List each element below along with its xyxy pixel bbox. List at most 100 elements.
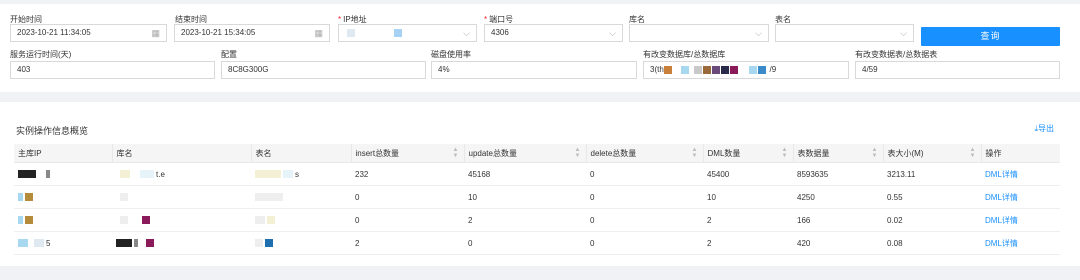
changed-dbs-prefix: 3(th — [650, 65, 664, 74]
table-row: 0 2 0 2 166 0.02 DML详情 — [14, 208, 1060, 232]
sort-icon[interactable]: ▲ ▼ — [453, 147, 459, 159]
redacted-value — [267, 216, 275, 225]
cell-dml: 10 — [703, 185, 793, 209]
cell-db — [112, 185, 251, 209]
col-label: 表名 — [255, 148, 272, 158]
filter-panel: 开始时间 结束时间 * IP地址 * 端口号 库名 表名 2023-10-21 11… — [0, 4, 1080, 92]
cell-update: 10 — [464, 185, 586, 209]
cell-insert: 232 — [351, 162, 464, 186]
col-label: 主库IP — [18, 148, 42, 158]
redacted-value — [283, 170, 293, 179]
cell-db — [112, 208, 251, 232]
col-header-action: 操作 — [981, 144, 1060, 163]
col-header-update[interactable]: update总数量 ▲ ▼ — [464, 144, 587, 163]
required-mark: * — [484, 15, 488, 24]
cell-dml: 2 — [703, 208, 793, 232]
redacted-value — [120, 170, 130, 179]
table-row: t.e s 232 45168 0 45400 8593635 3213.11 … — [14, 162, 1060, 186]
end-time-value: 2023-10-21 15:34:05 — [181, 28, 256, 37]
cell-dml: 2 — [703, 231, 793, 255]
col-header-rows[interactable]: 表数据量 ▲ ▼ — [793, 144, 884, 163]
port-select[interactable]: 4306 ⌵ — [484, 24, 623, 42]
chevron-down-icon: ⌵ — [463, 28, 470, 38]
redacted-value — [255, 239, 263, 248]
cell-table: s — [251, 162, 351, 186]
col-label: 表数据量 — [797, 148, 830, 158]
redacted-value — [25, 216, 33, 225]
redacted-value — [721, 65, 730, 74]
cell-table — [251, 185, 351, 209]
sort-icon[interactable]: ▲ ▼ — [575, 147, 581, 159]
query-button[interactable]: 查询 — [921, 27, 1060, 46]
uptime-field: 403 — [10, 61, 215, 79]
dml-detail-link[interactable]: DML详情 — [981, 162, 1060, 186]
col-label: insert总数量 — [355, 148, 400, 158]
col-label: 库名 — [116, 148, 133, 158]
cell-table — [251, 231, 351, 255]
cell-delete: 0 — [586, 162, 703, 186]
col-header-dml[interactable]: DML数量 ▲ ▼ — [703, 144, 794, 163]
dml-detail-link[interactable]: DML详情 — [981, 231, 1060, 255]
redacted-value — [255, 216, 265, 225]
redacted-value — [394, 28, 402, 37]
col-label: update总数量 — [468, 148, 517, 158]
redacted-value — [681, 65, 690, 74]
start-time-input[interactable]: 2023-10-21 11:34:05 ▦ — [10, 24, 167, 42]
sort-icon[interactable]: ▲ ▼ — [782, 147, 788, 159]
cell-size: 0.02 — [883, 208, 981, 232]
table-select[interactable]: ⌵ — [775, 24, 914, 42]
cell-size: 3213.11 — [883, 162, 981, 186]
chevron-down-icon: ⌵ — [609, 28, 616, 38]
redacted-value — [703, 65, 712, 74]
redacted-value — [694, 65, 703, 74]
cell-rows: 166 — [793, 208, 883, 232]
cell-ip — [14, 185, 112, 209]
dml-detail-link[interactable]: DML详情 — [981, 208, 1060, 232]
redacted-value — [34, 239, 44, 248]
chevron-down-icon: ⌵ — [900, 28, 907, 38]
cell-db — [112, 231, 251, 255]
cell-ip — [14, 162, 112, 186]
cell-size: 0.55 — [883, 185, 981, 209]
uptime-label: 服务运行时间(天) — [10, 50, 72, 59]
redacted-value — [255, 193, 283, 202]
redacted-value — [712, 65, 721, 74]
ip-select[interactable]: ⌵ — [338, 24, 477, 42]
col-header-delete[interactable]: delete总数量 ▲ ▼ — [586, 144, 704, 163]
redacted-value — [18, 239, 28, 248]
cell-insert: 2 — [351, 231, 464, 255]
end-time-input[interactable]: 2023-10-21 15:34:05 ▦ — [174, 24, 330, 42]
cell-delete: 0 — [586, 185, 703, 209]
calendar-icon: ▦ — [151, 28, 160, 38]
config-field: 8C8G300G — [221, 61, 426, 79]
overview-table: 主库IP 库名 表名 insert总数量 ▲ ▼ update总数量 ▲ ▼ delet… — [14, 144, 1060, 255]
cell-update: 45168 — [464, 162, 586, 186]
cell-table — [251, 208, 351, 232]
cell-ip — [14, 208, 112, 232]
redacted-value — [663, 65, 672, 74]
required-mark: * — [338, 15, 342, 24]
cell-delete: 0 — [586, 208, 703, 232]
table-row: 0 10 0 10 4250 0.55 DML详情 — [14, 185, 1060, 209]
sort-icon[interactable]: ▲ ▼ — [692, 147, 698, 159]
redacted-value — [140, 170, 154, 179]
cell-size: 0.08 — [883, 231, 981, 255]
section-title: 实例操作信息概览 — [16, 126, 89, 136]
cell-insert: 0 — [351, 208, 464, 232]
export-button[interactable]: ⤓导出 — [1034, 123, 1054, 134]
redacted-value — [116, 239, 132, 248]
col-header-insert[interactable]: insert总数量 ▲ ▼ — [351, 144, 465, 163]
redacted-value — [255, 170, 281, 179]
dml-detail-link[interactable]: DML详情 — [981, 185, 1060, 209]
redacted-value — [347, 28, 355, 37]
col-header-size[interactable]: 表大小(M) ▲ ▼ — [883, 144, 982, 163]
sort-icon[interactable]: ▲ ▼ — [970, 147, 976, 159]
cell-rows: 420 — [793, 231, 883, 255]
redacted-value — [18, 170, 36, 179]
db-select[interactable]: ⌵ — [629, 24, 769, 42]
sort-icon[interactable]: ▲ ▼ — [872, 147, 878, 159]
cell-rows: 8593635 — [793, 162, 883, 186]
ip-label-text: IP地址 — [343, 15, 367, 24]
redacted-value — [134, 239, 138, 248]
col-label: 操作 — [985, 148, 1002, 158]
